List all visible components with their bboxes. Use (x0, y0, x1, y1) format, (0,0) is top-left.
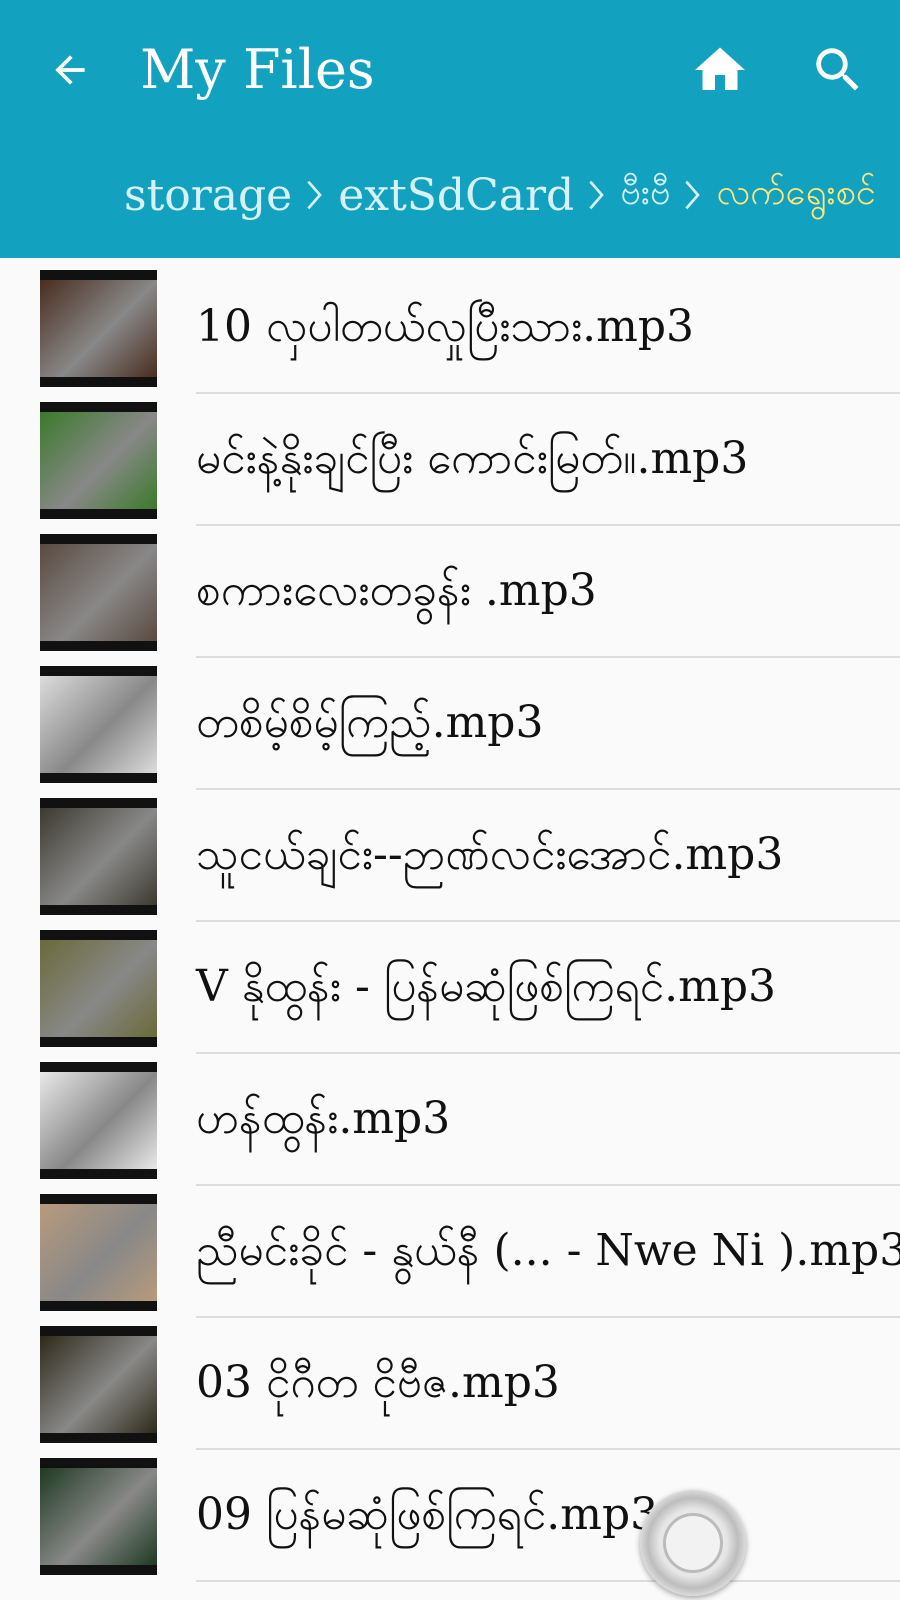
breadcrumb-item-current[interactable]: လက်ရွေးစင် (716, 168, 875, 222)
album-thumbnail (40, 1326, 157, 1443)
file-row[interactable]: မင်းနဲ့နိုးချင်ပြီး ကောင်းမြတ်။.mp3 (0, 394, 900, 526)
app-bar: My Files storage extSdCard ဗီးဗီ လက်ရွေး… (0, 0, 900, 258)
album-thumbnail (40, 1458, 157, 1575)
back-button[interactable] (40, 40, 100, 100)
file-row[interactable]: သူငယ်ချင်း--ဉာဏ်လင်းအောင်.mp3 (0, 790, 900, 922)
file-row[interactable]: ဟန်ထွန်း.mp3 (0, 1054, 900, 1186)
file-name: 10 လှပါတယ်လှုပြီးသား.mp3 (196, 301, 695, 352)
home-icon (695, 47, 745, 90)
home-button[interactable] (690, 40, 750, 100)
file-list: 10 လှပါတယ်လှုပြီးသား.mp3 မင်းနဲ့နိုးချင်… (0, 262, 900, 1582)
album-thumbnail (40, 270, 157, 387)
file-row[interactable]: 09 ပြန်မဆုံဖြစ်ကြရင်.mp3 (0, 1450, 900, 1582)
chevron-right-icon (684, 180, 702, 210)
file-row[interactable]: တစိမ့်စိမ့်ကြည့်.mp3 (0, 658, 900, 790)
assistive-touch-button[interactable] (640, 1490, 746, 1596)
breadcrumb: storage extSdCard ဗီးဗီ လက်ရွေးစင် (124, 160, 876, 230)
arrow-left-icon (55, 55, 85, 85)
file-name: 09 ပြန်မဆုံဖြစ်ကြရင်.mp3 (196, 1489, 659, 1540)
file-row[interactable]: 03 ငိုဂီတ ငိုဗီဇ.mp3 (0, 1318, 900, 1450)
file-row[interactable]: စကားလေးတခွန်း .mp3 (0, 526, 900, 658)
file-row[interactable]: V နိုထွန်း - ပြန်မဆုံဖြစ်ကြရင်.mp3 (0, 922, 900, 1054)
file-name: တစိမ့်စိမ့်ကြည့်.mp3 (196, 697, 544, 748)
album-thumbnail (40, 1194, 157, 1311)
album-thumbnail (40, 666, 157, 783)
search-button[interactable] (808, 40, 868, 100)
toolbar: My Files (0, 0, 900, 140)
album-thumbnail (40, 534, 157, 651)
search-icon (816, 48, 859, 91)
file-name: မင်းနဲ့နိုးချင်ပြီး ကောင်းမြတ်။.mp3 (196, 433, 749, 484)
chevron-right-icon (306, 180, 324, 210)
breadcrumb-item-storage[interactable]: storage (124, 170, 292, 221)
file-name: စကားလေးတခွန်း .mp3 (196, 565, 597, 616)
file-name: 03 ငိုဂီတ ငိုဗီဇ.mp3 (196, 1357, 560, 1408)
divider (196, 1580, 900, 1582)
file-row[interactable]: ညီမင်းခိုင် - နွယ်နီ (... - Nwe Ni ).mp3 (0, 1186, 900, 1318)
assistive-touch-icon (663, 1513, 723, 1573)
chevron-right-icon (588, 180, 606, 210)
file-row[interactable]: 10 လှပါတယ်လှုပြီးသား.mp3 (0, 262, 900, 394)
breadcrumb-item-folder[interactable]: ဗီးဗီ (620, 168, 670, 222)
album-thumbnail (40, 1062, 157, 1179)
file-name: ဟန်ထွန်း.mp3 (196, 1093, 451, 1144)
album-thumbnail (40, 798, 157, 915)
breadcrumb-item-extsdcard[interactable]: extSdCard (338, 170, 574, 221)
page-title: My Files (140, 38, 375, 101)
file-name: သူငယ်ချင်း--ဉာဏ်လင်းအောင်.mp3 (196, 829, 784, 880)
album-thumbnail (40, 402, 157, 519)
file-name: V နိုထွန်း - ပြန်မဆုံဖြစ်ကြရင်.mp3 (196, 961, 777, 1012)
album-thumbnail (40, 930, 157, 1047)
file-name: ညီမင်းခိုင် - နွယ်နီ (... - Nwe Ni ).mp3 (196, 1225, 900, 1276)
